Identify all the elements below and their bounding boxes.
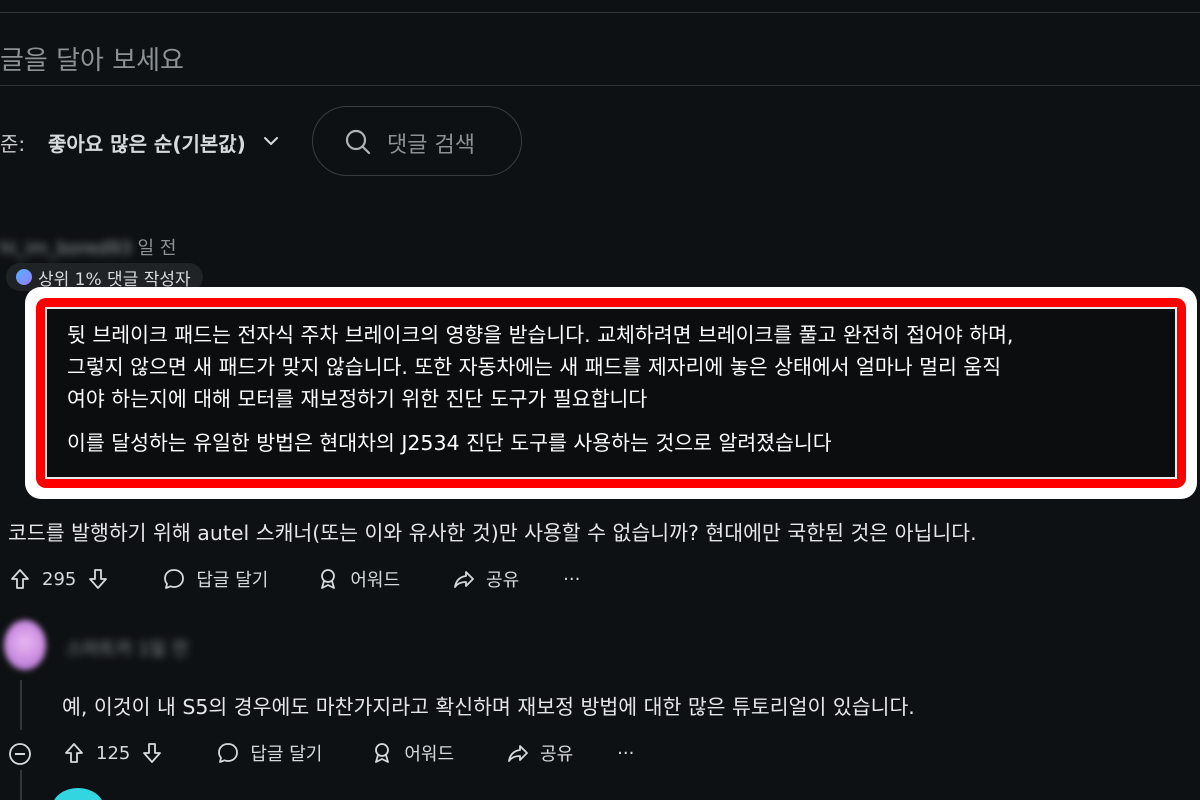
award-button[interactable]: 어워드	[370, 740, 454, 766]
search-input[interactable]: 댓글 검색	[387, 127, 475, 159]
upvote-icon[interactable]	[8, 567, 32, 591]
award-button[interactable]: 어워드	[316, 566, 400, 592]
avatar[interactable]	[4, 620, 46, 670]
share-icon	[508, 745, 528, 762]
vote-count: 295	[42, 568, 77, 590]
badge-icon	[16, 269, 32, 285]
award-icon	[321, 569, 336, 589]
username[interactable]: 스마트카	[66, 639, 132, 660]
comment-line: 뒷 브레이크 패드는 전자식 주차 브레이크의 영향을 받습니다. 교체하려면 …	[67, 323, 1014, 347]
comment-paragraph: 코드를 발행하기 위해 autel 스캐너(또는 이와 유사한 것)만 사용할 …	[8, 521, 977, 545]
share-label: 공유	[486, 570, 520, 591]
timestamp: 일 전	[137, 238, 177, 259]
avatar[interactable]	[52, 788, 104, 800]
reply-comment-body: 예, 이것이 내 S5의 경우에도 마찬가지라고 확신하며 재보정 방법에 대한…	[62, 695, 915, 719]
comment-bubble-icon	[218, 743, 239, 763]
comment-actions: 125 답글 달기 어워드 공유 ···	[62, 740, 634, 766]
comment-actions: 295 답글 달기 어워드 공유 ···	[8, 566, 580, 592]
reply-label: 답글 달기	[250, 744, 323, 765]
share-icon	[454, 571, 474, 588]
comment-section: 글을 달아 보세요 준: 좋아요 많은 순(기본값) 댓글 검색 hi_im_b…	[0, 0, 1200, 800]
chevron-down-icon[interactable]	[262, 132, 280, 150]
comment-composer[interactable]: 글을 달아 보세요	[0, 12, 1200, 86]
sort-label: 준:	[0, 132, 26, 156]
highlighted-comment-body: 뒷 브레이크 패드는 전자식 주차 브레이크의 영향을 받습니다. 교체하려면 …	[45, 307, 1177, 479]
downvote-icon[interactable]	[86, 567, 110, 591]
more-icon: ···	[563, 568, 581, 590]
comment-input-placeholder[interactable]: 글을 달아 보세요	[0, 40, 184, 77]
comment-bubble-icon	[164, 569, 185, 589]
comment-line: 그렇지 않으면 새 패드가 맞지 않습니다. 또한 자동차에는 새 패드를 제자…	[67, 355, 1002, 379]
comment-search[interactable]: 댓글 검색	[312, 106, 522, 176]
highlight-frame: 뒷 브레이크 패드는 전자식 주차 브레이크의 영향을 받습니다. 교체하려면 …	[25, 287, 1197, 499]
award-label: 어워드	[404, 744, 455, 765]
vote-count: 125	[96, 742, 131, 764]
thread-line[interactable]	[20, 680, 22, 730]
collapse-thread-icon[interactable]	[8, 742, 32, 766]
comment-line: 이를 달성하는 유일한 방법은 현대차의 J2534 진단 도구를 사용하는 것…	[67, 431, 832, 455]
timestamp: 1일 전	[137, 639, 189, 660]
comment-meta: 스마트카 1일 전	[66, 635, 188, 661]
reply-button[interactable]: 답글 달기	[216, 740, 322, 766]
badge-label: 상위 1% 댓글 작성자	[38, 269, 191, 290]
share-button[interactable]: 공유	[506, 740, 573, 766]
vote-group: 125	[62, 741, 164, 765]
highlight-red-border: 뒷 브레이크 패드는 전자식 주차 브레이크의 영향을 받습니다. 교체하려면 …	[36, 298, 1186, 488]
more-icon: ···	[617, 742, 635, 764]
award-icon	[375, 743, 390, 763]
award-label: 어워드	[350, 570, 401, 591]
downvote-icon[interactable]	[140, 741, 164, 765]
comment-line: 여야 하는지에 대해 모터를 재보정하기 위한 진단 도구가 필요합니다	[67, 387, 648, 411]
sort-dropdown[interactable]: 좋아요 많은 순(기본값)	[48, 128, 246, 157]
more-options-button[interactable]: ···	[617, 743, 634, 764]
comment-meta: hi_im_bored93 일 전	[0, 234, 176, 260]
vote-group: 295	[8, 567, 110, 591]
reply-label: 답글 달기	[196, 570, 269, 591]
username[interactable]: hi_im_bored93	[0, 238, 132, 259]
upvote-icon[interactable]	[62, 741, 86, 765]
search-icon	[345, 129, 371, 155]
share-button[interactable]: 공유	[452, 566, 519, 592]
thread-line[interactable]	[20, 770, 22, 800]
share-label: 공유	[540, 744, 574, 765]
reply-button[interactable]: 답글 달기	[162, 566, 268, 592]
more-options-button[interactable]: ···	[563, 569, 580, 590]
